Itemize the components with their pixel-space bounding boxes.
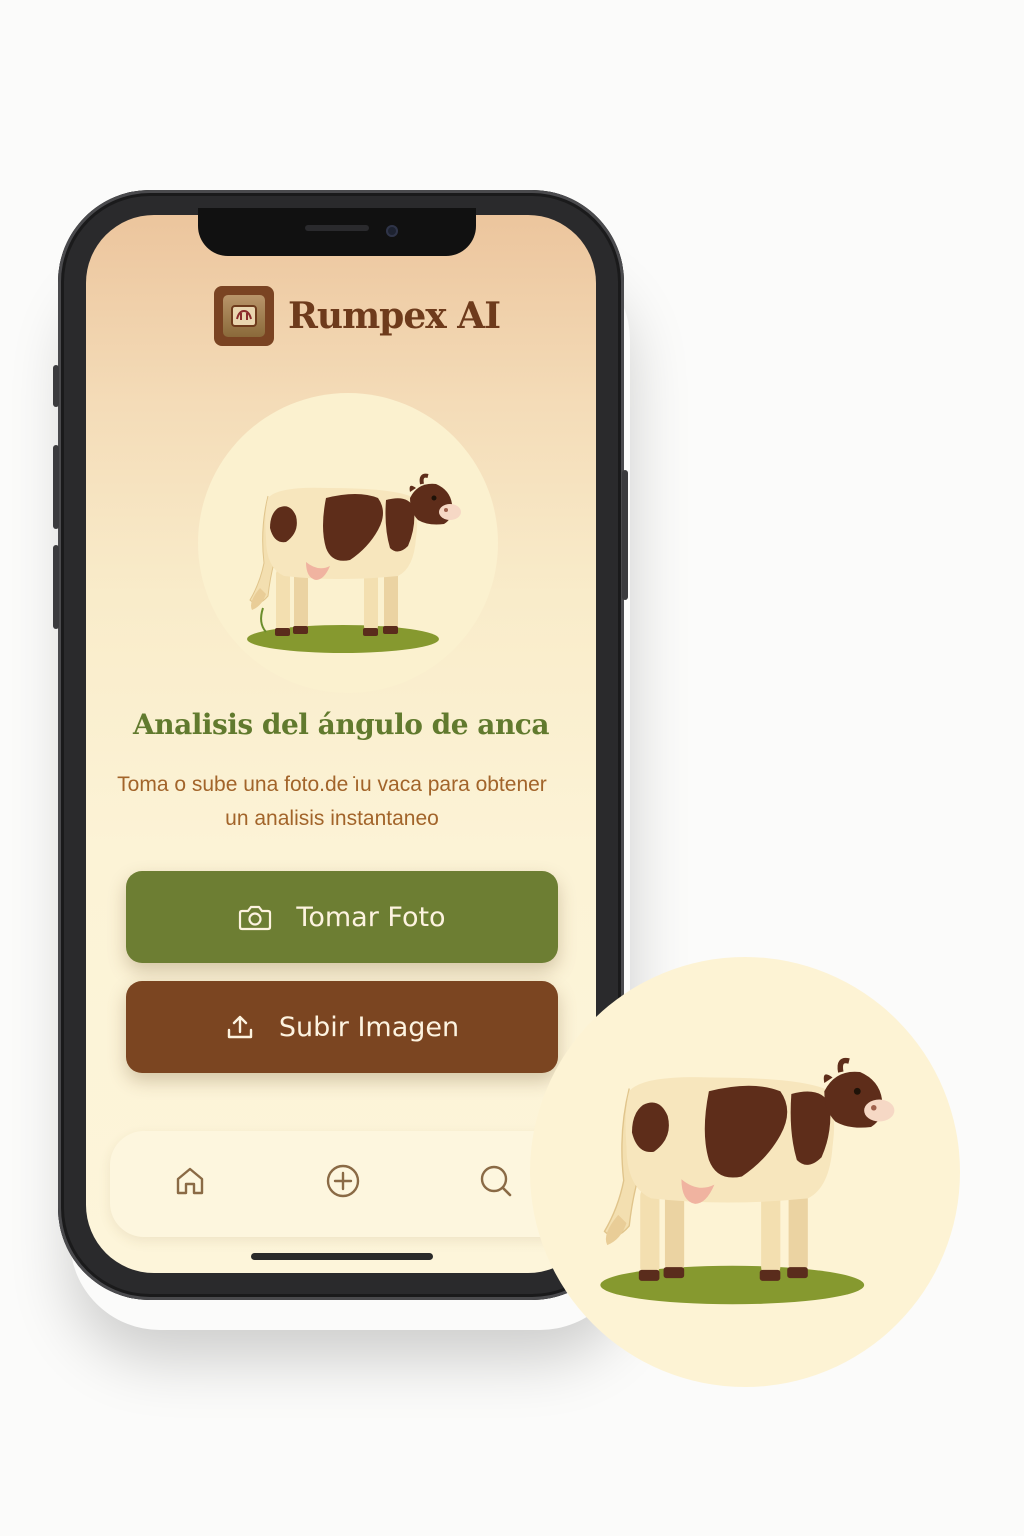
app-title: Rumpex AI (288, 295, 501, 337)
app-screen (86, 215, 596, 1273)
upload-icon (225, 1012, 255, 1042)
nav-search-icon[interactable] (476, 1161, 516, 1201)
camera-icon (238, 903, 272, 931)
phone-side-button-volume-up (53, 445, 59, 529)
canvas: Rumpex AI Analisis del ángulo de anca To… (0, 0, 1024, 1536)
upload-image-button[interactable]: Subir Imagen (126, 981, 558, 1073)
home-indicator (251, 1253, 433, 1260)
app-header: Rumpex AI (214, 286, 501, 346)
phone-side-button-power (622, 470, 628, 600)
nav-home-icon[interactable] (170, 1161, 210, 1201)
cow-illustration (247, 473, 461, 653)
front-camera (386, 225, 398, 237)
nav-add-circle-icon[interactable] (323, 1161, 363, 1201)
take-photo-button[interactable]: Tomar Foto (126, 871, 558, 963)
phone-side-button-volume-down (53, 545, 59, 629)
phone-side-button-silent (53, 365, 59, 407)
page-subtitle: Toma o sube una foto.de ̇ıu vaca para ob… (117, 773, 547, 830)
notch (198, 208, 476, 256)
take-photo-label: Tomar Foto (296, 901, 446, 933)
cow-illustration-large (600, 1057, 895, 1305)
upload-image-label: Subir Imagen (278, 1011, 460, 1043)
page-headline: Analisis del ángulo de anca (132, 708, 550, 741)
app-logo-icon (214, 286, 274, 346)
